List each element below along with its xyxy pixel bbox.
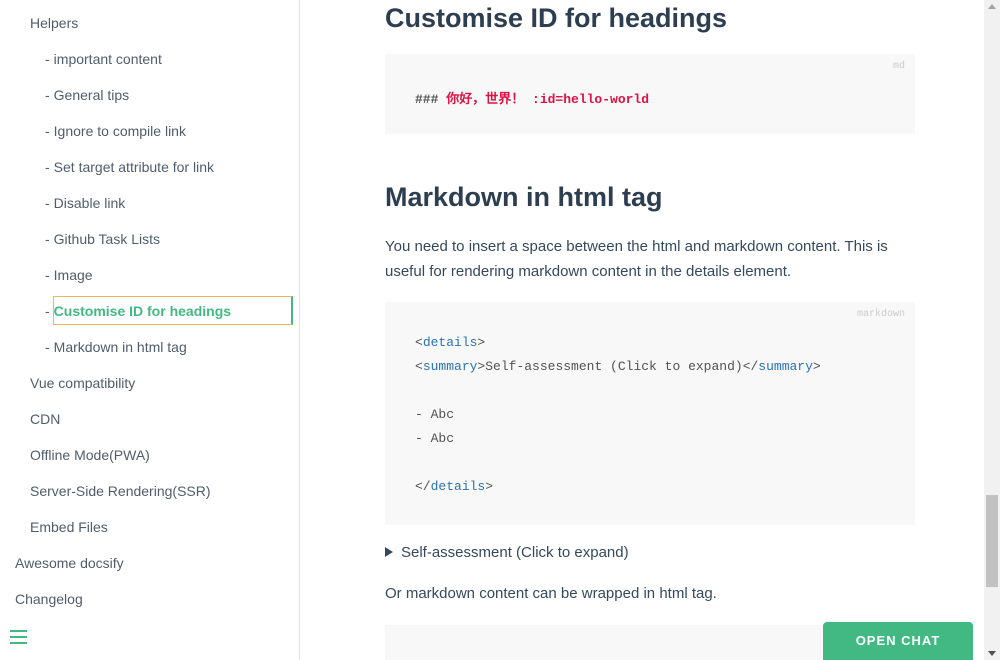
code-block-markdown: markdown <details> <summary>Self-assessm… xyxy=(385,302,915,525)
sidebar-item-label: Vue compatibility xyxy=(30,375,136,391)
sidebar-item-label: Github Task Lists xyxy=(53,231,161,247)
open-chat-button[interactable]: OPEN CHAT xyxy=(823,622,973,660)
sidebar-item-vue-compatibility[interactable]: Vue compatibility xyxy=(30,373,135,393)
heading-markdown-in-html: Markdown in html tag xyxy=(385,182,663,212)
sidebar-item-changelog[interactable]: Changelog xyxy=(15,589,83,609)
sidebar-item-label: Image xyxy=(53,267,93,283)
code-punct: < xyxy=(415,335,423,350)
sidebar-item-label: Customise ID for headings xyxy=(53,303,232,319)
code-tag: summary xyxy=(422,359,478,374)
sidebar-item-ssr[interactable]: Server-Side Rendering(SSR) xyxy=(30,481,211,501)
heading-customise-id: Customise ID for headings xyxy=(385,3,728,33)
sidebar-item-helpers[interactable]: Helpers xyxy=(30,13,78,33)
sidebar: Helpers - important content - General tips… xyxy=(0,0,300,660)
outro-paragraph: Or markdown content can be wrapped in ht… xyxy=(385,585,717,602)
sidebar-item-ignore-compile-link[interactable]: - Ignore to compile link xyxy=(45,121,186,141)
code-block-md: md ### 你好，世界！ :id=hello-world xyxy=(385,54,915,134)
sidebar-item-markdown-in-html[interactable]: - Markdown in html tag xyxy=(45,337,187,357)
sidebar-item-awesome-docsify[interactable]: Awesome docsify xyxy=(15,553,124,573)
details-summary-label: Self-assessment (Click to expand) xyxy=(401,544,629,561)
sidebar-item-label: Awesome docsify xyxy=(15,555,124,571)
sidebar-item-cdn[interactable]: CDN xyxy=(30,409,60,429)
sidebar-item-label: General tips xyxy=(53,87,130,103)
sidebar-item-label: Server-Side Rendering(SSR) xyxy=(30,483,211,499)
list-dash: - xyxy=(45,51,50,67)
sidebar-item-set-target-attribute[interactable]: - Set target attribute for link xyxy=(45,157,214,177)
vertical-scrollbar[interactable] xyxy=(984,0,1000,660)
code-tag: details xyxy=(422,335,478,350)
sidebar-item-image[interactable]: - Image xyxy=(45,265,93,285)
sidebar-item-offline-mode[interactable]: Offline Mode(PWA) xyxy=(30,445,150,465)
scroll-up-icon[interactable] xyxy=(988,4,996,9)
intro-paragraph: You need to insert a space between the h… xyxy=(385,238,888,280)
sidebar-item-label: Offline Mode(PWA) xyxy=(30,447,150,463)
sidebar-item-label: Changelog xyxy=(15,591,83,607)
code-punct: </ xyxy=(415,479,431,494)
sidebar-item-embed-files[interactable]: Embed Files xyxy=(30,517,108,537)
code-heading-text: 你好，世界！ :id=hello-world xyxy=(446,92,650,107)
sidebar-item-label: Embed Files xyxy=(30,519,108,535)
main-content: Customise ID for headings md ### 你好，世界！ … xyxy=(300,0,984,660)
sidebar-item-customise-id[interactable]: - Customise ID for headings xyxy=(45,301,231,321)
code-punct: < xyxy=(415,359,423,374)
sidebar-item-disable-link[interactable]: - Disable link xyxy=(45,193,125,213)
sidebar-item-label: Disable link xyxy=(53,195,126,211)
sidebar-item-label: Markdown in html tag xyxy=(53,339,187,355)
details-summary[interactable]: Self-assessment (Click to expand) xyxy=(385,544,629,561)
sidebar-item-label: Helpers xyxy=(30,15,79,31)
sidebar-item-label: important content xyxy=(53,51,162,67)
code-punct: </ xyxy=(742,359,759,374)
sidebar-item-label: CDN xyxy=(30,411,61,427)
sidebar-item-important-content[interactable]: - important content xyxy=(45,49,162,69)
list-dash: - xyxy=(45,267,50,283)
sidebar-item-general-tips[interactable]: - General tips xyxy=(45,85,129,105)
code-line: <summary>Self-assessment (Click to expan… xyxy=(415,359,821,374)
list-dash: - xyxy=(45,303,50,319)
list-dash: - xyxy=(45,231,50,247)
list-dash: - xyxy=(45,87,50,103)
code-lang-label: markdown xyxy=(856,309,905,320)
code-line: - Abc xyxy=(415,431,455,446)
code-line: </details> xyxy=(415,479,493,494)
list-dash: - xyxy=(45,339,50,355)
hamburger-icon[interactable] xyxy=(10,630,27,646)
code-tag: details xyxy=(430,479,486,494)
list-dash: - xyxy=(45,195,50,211)
code-punct: > xyxy=(477,335,486,350)
scroll-thumb[interactable] xyxy=(986,495,998,587)
code-heading-prefix: ### xyxy=(415,92,439,107)
sidebar-item-label: Set target attribute for link xyxy=(53,159,214,175)
list-dash: - xyxy=(45,123,50,139)
sidebar-item-label: Ignore to compile link xyxy=(53,123,186,139)
expand-triangle-icon xyxy=(385,547,393,557)
code-line: <details> xyxy=(415,335,485,350)
scroll-down-icon[interactable] xyxy=(988,651,996,656)
code-tag: summary xyxy=(758,359,813,374)
code-lang-label: md xyxy=(892,61,905,72)
code-punct: > xyxy=(485,479,494,494)
code-line: - Abc xyxy=(415,407,455,422)
list-dash: - xyxy=(45,159,50,175)
code-punct: > xyxy=(812,359,821,374)
sidebar-item-github-task-lists[interactable]: - Github Task Lists xyxy=(45,229,160,249)
code-line: ### 你好，世界！ :id=hello-world xyxy=(415,88,649,107)
code-text: Self-assessment (Click to expand) xyxy=(485,359,743,374)
